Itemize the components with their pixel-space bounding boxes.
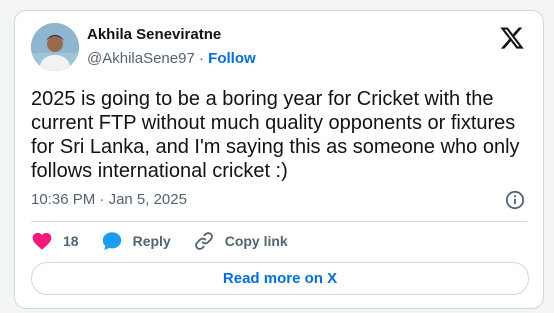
heart-icon xyxy=(32,232,52,250)
avatar[interactable] xyxy=(31,23,79,71)
speech-bubble-icon xyxy=(102,232,121,250)
tweet-text: 2025 is going to be a boring year for Cr… xyxy=(31,88,520,182)
tweet-time: 10:36 PM xyxy=(31,191,96,208)
divider xyxy=(31,221,527,222)
timestamp-separator: · xyxy=(99,191,105,208)
reply-button[interactable]: Reply xyxy=(101,230,171,252)
follow-button[interactable]: Follow xyxy=(208,50,256,67)
read-more-button[interactable]: Read more on X xyxy=(31,262,529,295)
author-names: Akhila Seneviratne @AkhilaSene97 · Follo… xyxy=(87,25,256,69)
tweet-date: Jan 5, 2025 xyxy=(108,191,187,208)
handle-separator: · xyxy=(198,50,204,67)
link-icon xyxy=(194,232,213,250)
author-handle[interactable]: @AkhilaSene97 xyxy=(87,50,195,67)
like-button[interactable]: 18 xyxy=(31,230,79,252)
tweet-actions: 18 Reply Copy link xyxy=(31,229,310,253)
tweet-card: Akhila Seneviratne @AkhilaSene97 · Follo… xyxy=(14,10,544,309)
info-icon[interactable] xyxy=(505,190,525,210)
copy-link-label: Copy link xyxy=(224,233,288,249)
x-logo-icon[interactable] xyxy=(499,25,525,51)
tweet-header: Akhila Seneviratne @AkhilaSene97 · Follo… xyxy=(31,23,256,71)
tweet-timestamp[interactable]: 10:36 PM · Jan 5, 2025 xyxy=(31,190,187,210)
author-display-name[interactable]: Akhila Seneviratne xyxy=(87,25,256,45)
copy-link-button[interactable]: Copy link xyxy=(193,230,288,252)
like-count: 18 xyxy=(63,233,79,249)
author-handle-row: @AkhilaSene97 · Follow xyxy=(87,49,256,69)
reply-label: Reply xyxy=(132,233,171,249)
